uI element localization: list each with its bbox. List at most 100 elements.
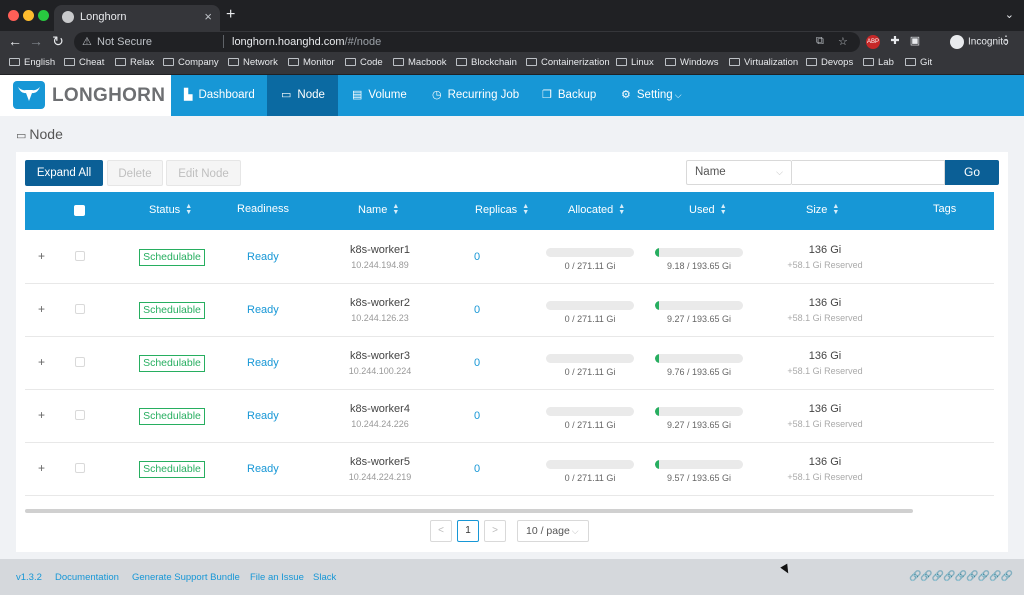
row-checkbox[interactable]	[75, 304, 85, 314]
status-badge: Schedulable	[139, 461, 205, 478]
readiness-link[interactable]: Ready	[247, 410, 279, 422]
node-name: k8s-worker5	[350, 456, 410, 468]
close-window-button[interactable]	[8, 10, 19, 21]
support-bundle-link[interactable]: Generate Support Bundle	[132, 572, 240, 583]
edit-node-button[interactable]: Edit Node	[166, 160, 241, 186]
column-allocated[interactable]: Allocated ▲ ▼	[568, 203, 625, 216]
node-size: 136 Gi	[808, 350, 842, 362]
folder-icon	[115, 58, 126, 66]
address-bar[interactable]: ⚠ Not Secure longhorn.hoanghd.com/#/node…	[74, 32, 860, 52]
expand-row-icon[interactable]: +	[38, 249, 45, 263]
expand-row-icon[interactable]: +	[38, 302, 45, 316]
file-issue-link[interactable]: File an Issue	[250, 572, 304, 583]
kebab-menu-icon[interactable]: ⋮	[1000, 33, 1012, 47]
folder-icon	[616, 58, 627, 66]
readiness-link[interactable]: Ready	[247, 304, 279, 316]
browser-toolbar: ← → ↻ ⚠ Not Secure longhorn.hoanghd.com/…	[0, 31, 1024, 53]
bookmark-folder[interactable]: Monitor	[288, 57, 335, 68]
brand[interactable]: LONGHORN	[0, 75, 171, 116]
nav-volume[interactable]: ▤ Volume	[352, 75, 407, 116]
bookmark-folder[interactable]: Git	[905, 57, 932, 68]
bookmark-folder[interactable]: Code	[345, 57, 383, 68]
select-all-checkbox[interactable]	[74, 205, 85, 216]
bookmark-folder[interactable]: Relax	[115, 57, 154, 68]
sort-icon: ▲ ▼	[719, 203, 727, 216]
replicas-link[interactable]: 0	[465, 357, 489, 369]
search-field-select[interactable]: Name ⌵	[686, 160, 792, 185]
puzzle-extension-icon[interactable]: ✚	[886, 34, 904, 47]
replicas-link[interactable]: 0	[465, 251, 489, 263]
row-checkbox[interactable]	[75, 410, 85, 420]
bookmark-folder[interactable]: Macbook	[393, 57, 447, 68]
used-bar-fill	[655, 354, 660, 363]
reload-icon[interactable]: ↻	[49, 33, 67, 50]
replicas-link[interactable]: 0	[465, 304, 489, 316]
expand-all-button[interactable]: Expand All	[25, 160, 103, 186]
readiness-link[interactable]: Ready	[247, 357, 279, 369]
row-checkbox[interactable]	[75, 251, 85, 261]
forward-icon[interactable]: →	[27, 33, 45, 49]
slack-link[interactable]: Slack	[313, 572, 336, 583]
column-size[interactable]: Size ▲ ▼	[806, 203, 839, 216]
nav-backup[interactable]: ❐ Backup	[542, 75, 596, 116]
maximize-window-button[interactable]	[38, 10, 49, 21]
tab-search-icon[interactable]: ⌄	[1005, 8, 1014, 21]
used-bar	[655, 248, 743, 257]
bookmark-folder[interactable]: Company	[163, 57, 219, 68]
close-tab-icon[interactable]: ×	[204, 9, 212, 24]
documentation-link[interactable]: Documentation	[55, 572, 119, 583]
used-bar-fill	[655, 301, 660, 310]
row-checkbox[interactable]	[75, 357, 85, 367]
allocated-bar	[546, 301, 634, 310]
bookmark-folder[interactable]: English	[9, 57, 55, 68]
nav-node[interactable]: ▭ Node	[267, 75, 338, 116]
go-button[interactable]: Go	[945, 160, 999, 185]
next-page-button[interactable]: >	[484, 520, 506, 542]
column-name[interactable]: Name ▲ ▼	[358, 203, 399, 216]
back-icon[interactable]: ←	[6, 33, 24, 49]
incognito-icon	[950, 35, 964, 49]
version-link[interactable]: v1.3.2	[16, 572, 42, 583]
longhorn-logo-icon	[13, 81, 45, 109]
bookmark-folder[interactable]: Cheat	[64, 57, 104, 68]
bookmark-folder[interactable]: Containerization	[526, 57, 610, 68]
bookmark-folder[interactable]: Blockchain	[456, 57, 517, 68]
bookmark-star-icon[interactable]: ☆	[838, 35, 848, 48]
page-1-button[interactable]: 1	[457, 520, 479, 542]
page-size-select[interactable]: 10 / page ⌵	[517, 520, 589, 542]
nav-recurring-job[interactable]: ◷ Recurring Job	[432, 75, 519, 116]
expand-row-icon[interactable]: +	[38, 461, 45, 475]
readiness-link[interactable]: Ready	[247, 251, 279, 263]
new-tab-button[interactable]: +	[226, 6, 235, 24]
bookmark-folder[interactable]: Devops	[806, 57, 853, 68]
app-footer: v1.3.2 Documentation Generate Support Bu…	[0, 559, 1024, 595]
prev-page-button[interactable]: <	[430, 520, 452, 542]
abp-extension-icon[interactable]: ABP	[866, 35, 880, 49]
browser-tab[interactable]: Longhorn ×	[54, 5, 220, 31]
nav-dashboard[interactable]: ▙ Dashboard	[184, 75, 255, 116]
nav-setting[interactable]: ⚙ Setting ⌵	[621, 75, 682, 116]
bookmark-folder[interactable]: Network	[228, 57, 278, 68]
allocated-text: 0 / 271.11 Gi	[564, 420, 616, 430]
row-checkbox[interactable]	[75, 463, 85, 473]
expand-row-icon[interactable]: +	[38, 355, 45, 369]
expand-row-icon[interactable]: +	[38, 408, 45, 422]
column-replicas[interactable]: Replicas ▲ ▼	[475, 203, 529, 216]
column-used[interactable]: Used ▲ ▼	[689, 203, 727, 216]
horizontal-scrollbar[interactable]	[25, 509, 913, 513]
column-status[interactable]: Status ▲ ▼	[149, 203, 192, 216]
bookmark-folder[interactable]: Virtualization	[729, 57, 798, 68]
bookmark-folder[interactable]: Lab	[863, 57, 894, 68]
readiness-link[interactable]: Ready	[247, 463, 279, 475]
used-bar	[655, 354, 743, 363]
search-input[interactable]	[792, 160, 945, 185]
sidepanel-icon[interactable]: ▣	[906, 34, 924, 47]
translate-icon[interactable]: ⧉	[816, 35, 824, 48]
replicas-link[interactable]: 0	[465, 410, 489, 422]
delete-button[interactable]: Delete	[107, 160, 163, 186]
bookmark-folder[interactable]: Windows	[665, 57, 719, 68]
allocated-bar	[546, 248, 634, 257]
bookmark-folder[interactable]: Linux	[616, 57, 654, 68]
replicas-link[interactable]: 0	[465, 463, 489, 475]
minimize-window-button[interactable]	[23, 10, 34, 21]
